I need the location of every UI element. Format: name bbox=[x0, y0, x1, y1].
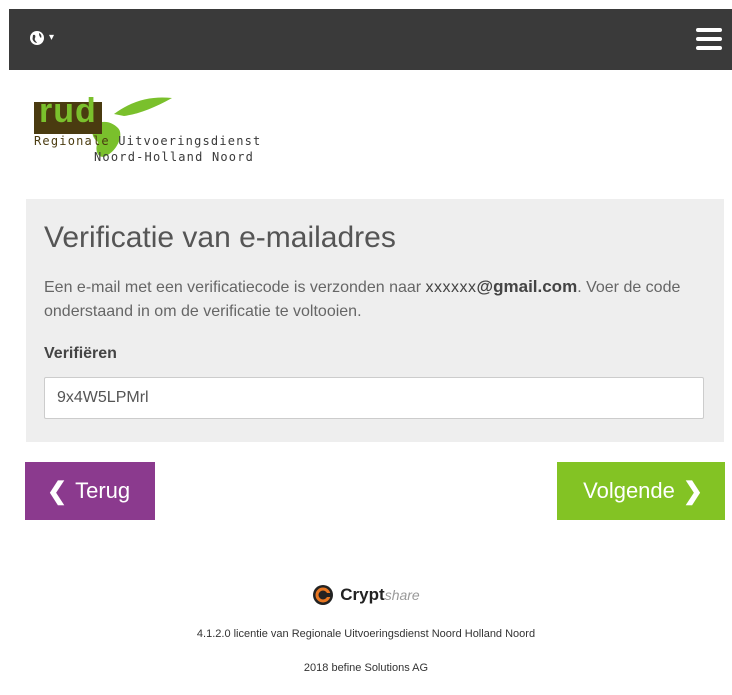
verification-code-input[interactable] bbox=[44, 377, 704, 419]
language-selector[interactable]: ▾ bbox=[29, 30, 54, 46]
back-button-label: Terug bbox=[75, 478, 131, 503]
licence-text: 4.1.2.0 licentie van Regionale Uitvoerin… bbox=[196, 628, 536, 640]
chevron-down-icon: ▾ bbox=[49, 32, 55, 43]
chevron-left-icon: ❮ bbox=[47, 477, 68, 505]
next-button-label: Volgende bbox=[583, 478, 675, 503]
verify-label: Verifiëren bbox=[44, 345, 117, 362]
next-button[interactable]: Volgende ❯ bbox=[557, 462, 725, 520]
rud-logo: rud Regionale Uitvoeringsdienst Noord-Ho… bbox=[34, 92, 324, 180]
copyright-text: 2018 befine Solutions AG bbox=[303, 662, 429, 674]
email-domain: @gmail.com bbox=[476, 277, 578, 296]
cryptshare-icon bbox=[313, 585, 334, 605]
logo-line1-rest: Uitvoeringsdienst bbox=[109, 134, 262, 148]
brand-suffix: share bbox=[384, 587, 420, 603]
top-navbar: ▾ bbox=[9, 9, 732, 70]
logo-line1: Regionale Uitvoeringsdienst bbox=[34, 134, 261, 148]
page-title: Verificatie van e-mailadres bbox=[44, 221, 396, 254]
brand-name: Crypt bbox=[340, 585, 385, 604]
cryptshare-logo: Cryptshare bbox=[0, 584, 732, 606]
verification-message: Een e-mail met een verificatiecode is ve… bbox=[44, 275, 712, 324]
back-button[interactable]: ❮ Terug bbox=[25, 462, 155, 520]
hamburger-icon[interactable] bbox=[696, 28, 722, 50]
logo-line1-prefix: Regionale bbox=[34, 134, 110, 148]
logo-line2: Noord-Holland Noord bbox=[94, 150, 255, 164]
message-before: Een e-mail met een verificatiecode is ve… bbox=[44, 279, 426, 296]
globe-icon bbox=[30, 31, 44, 45]
verification-panel: Verificatie van e-mailadres Een e-mail m… bbox=[26, 199, 724, 442]
logo-abbrev: rud bbox=[39, 92, 97, 130]
email-user: xxxxxx bbox=[425, 279, 477, 296]
chevron-right-icon: ❯ bbox=[682, 477, 703, 505]
